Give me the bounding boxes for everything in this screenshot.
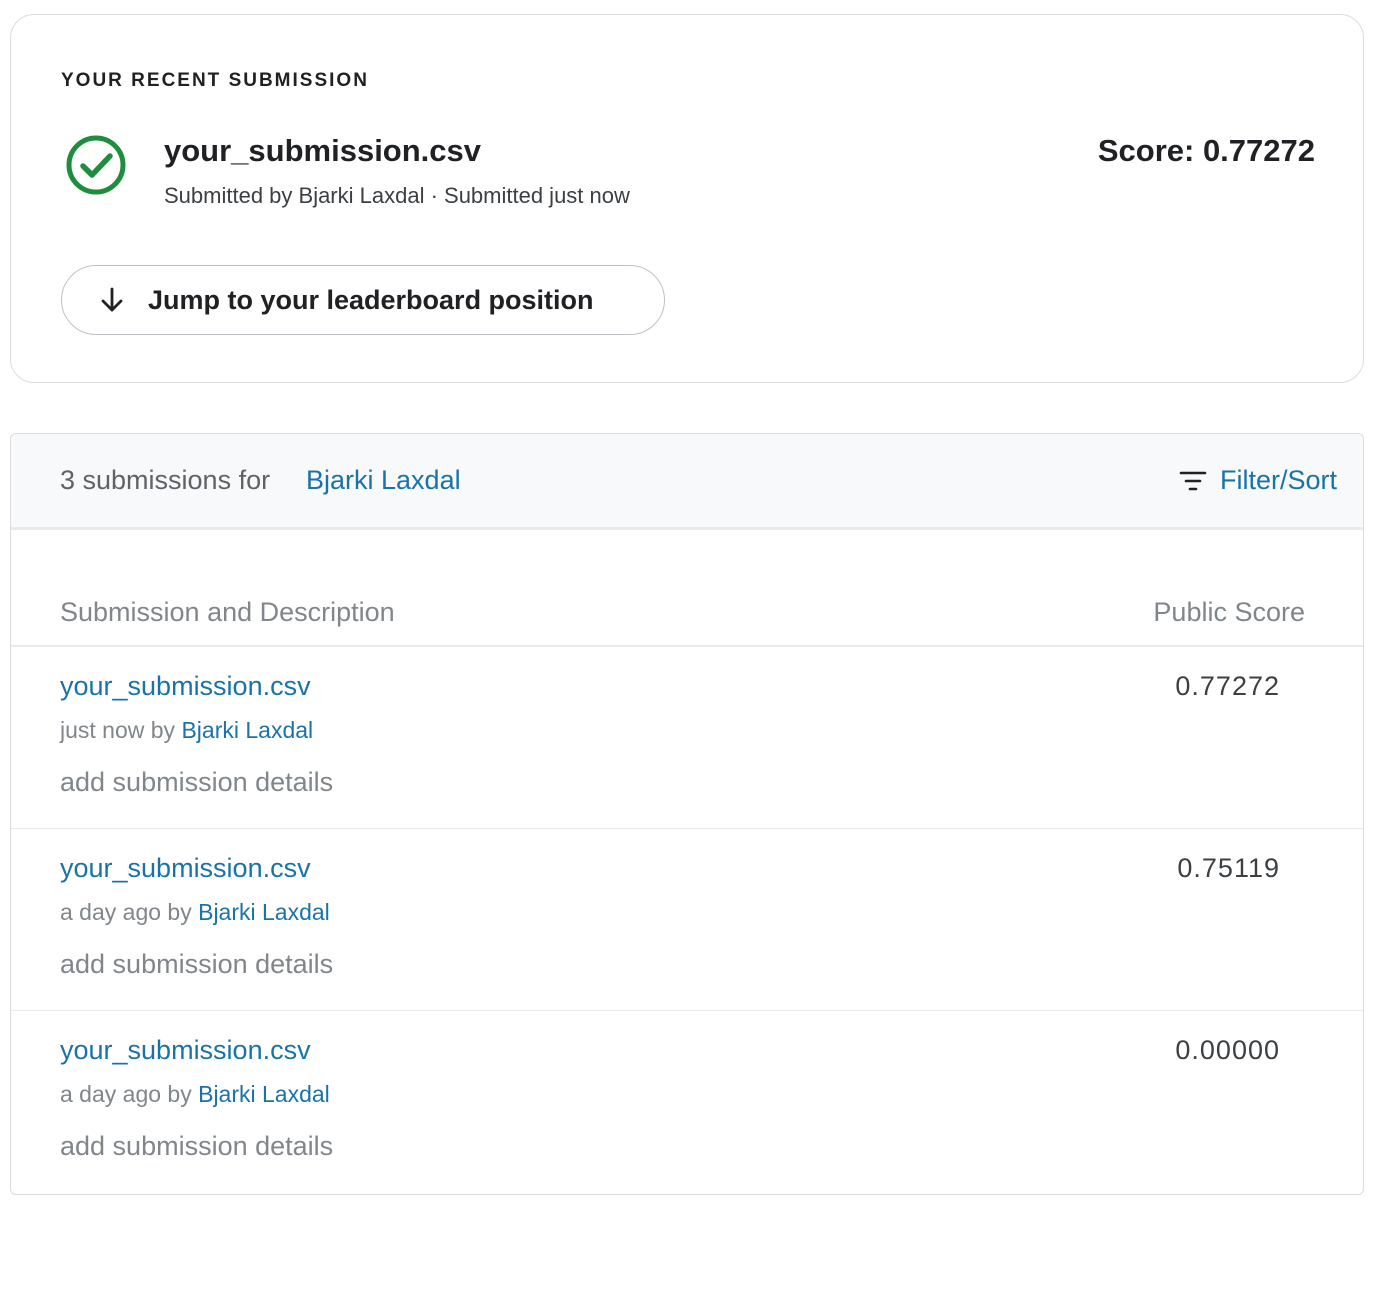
jump-to-leaderboard-button[interactable]: Jump to your leaderboard position bbox=[61, 265, 665, 335]
submission-public-score: 0.75119 bbox=[1177, 853, 1280, 883]
submission-user-link[interactable]: Bjarki Laxdal bbox=[198, 899, 330, 925]
column-header-description: Submission and Description bbox=[60, 597, 395, 627]
submission-public-score: 0.00000 bbox=[1175, 1035, 1280, 1065]
add-submission-details-link[interactable]: add submission details bbox=[60, 1131, 333, 1162]
recent-score: Score: 0.77272 bbox=[1097, 133, 1315, 168]
submission-time: just now by Bjarki Laxdal bbox=[60, 717, 313, 744]
add-submission-details-link[interactable]: add submission details bbox=[60, 949, 333, 980]
add-submission-details-link[interactable]: add submission details bbox=[60, 767, 333, 798]
filter-sort-button[interactable]: Filter/Sort bbox=[1178, 465, 1337, 496]
filter-icon bbox=[1178, 466, 1208, 496]
page: YOUR RECENT SUBMISSION your_submission.c… bbox=[0, 0, 1390, 1292]
jump-button-label: Jump to your leaderboard position bbox=[148, 284, 594, 315]
recent-submission-heading: YOUR RECENT SUBMISSION bbox=[61, 70, 369, 91]
recent-submitted-meta: Submitted by Bjarki Laxdal · Submitted j… bbox=[164, 183, 630, 208]
filter-sort-label: Filter/Sort bbox=[1219, 465, 1337, 495]
submission-public-score: 0.77272 bbox=[1175, 671, 1280, 701]
submissions-user-link[interactable]: Bjarki Laxdal bbox=[306, 465, 461, 496]
submission-time: a day ago by Bjarki Laxdal bbox=[60, 1081, 330, 1108]
recent-submission-card: YOUR RECENT SUBMISSION your_submission.c… bbox=[10, 14, 1364, 383]
recent-file-name: your_submission.csv bbox=[164, 133, 482, 168]
submission-time-label: a day ago by bbox=[60, 1081, 192, 1107]
submission-row: your_submission.csv a day ago by Bjarki … bbox=[11, 829, 1363, 1011]
submission-file-link[interactable]: your_submission.csv bbox=[60, 1035, 311, 1066]
submission-file-link[interactable]: your_submission.csv bbox=[60, 671, 311, 702]
column-header-public-score: Public Score bbox=[1153, 597, 1305, 627]
arrow-down-icon bbox=[98, 286, 126, 314]
submission-row: your_submission.csv a day ago by Bjarki … bbox=[11, 1011, 1363, 1193]
submissions-count-label: 3 submissions for bbox=[60, 465, 271, 495]
submission-file-link[interactable]: your_submission.csv bbox=[60, 853, 311, 884]
submissions-panel: 3 submissions for Bjarki Laxdal Filter/S… bbox=[10, 433, 1364, 1195]
submission-row: your_submission.csv just now by Bjarki L… bbox=[11, 647, 1363, 829]
submission-user-link[interactable]: Bjarki Laxdal bbox=[198, 1081, 330, 1107]
submissions-header: 3 submissions for Bjarki Laxdal Filter/S… bbox=[11, 434, 1363, 530]
submission-user-link[interactable]: Bjarki Laxdal bbox=[181, 717, 313, 743]
check-circle-icon bbox=[64, 133, 128, 197]
submission-time-label: a day ago by bbox=[60, 899, 192, 925]
submission-time: a day ago by Bjarki Laxdal bbox=[60, 899, 330, 926]
submission-time-label: just now by bbox=[60, 717, 176, 743]
